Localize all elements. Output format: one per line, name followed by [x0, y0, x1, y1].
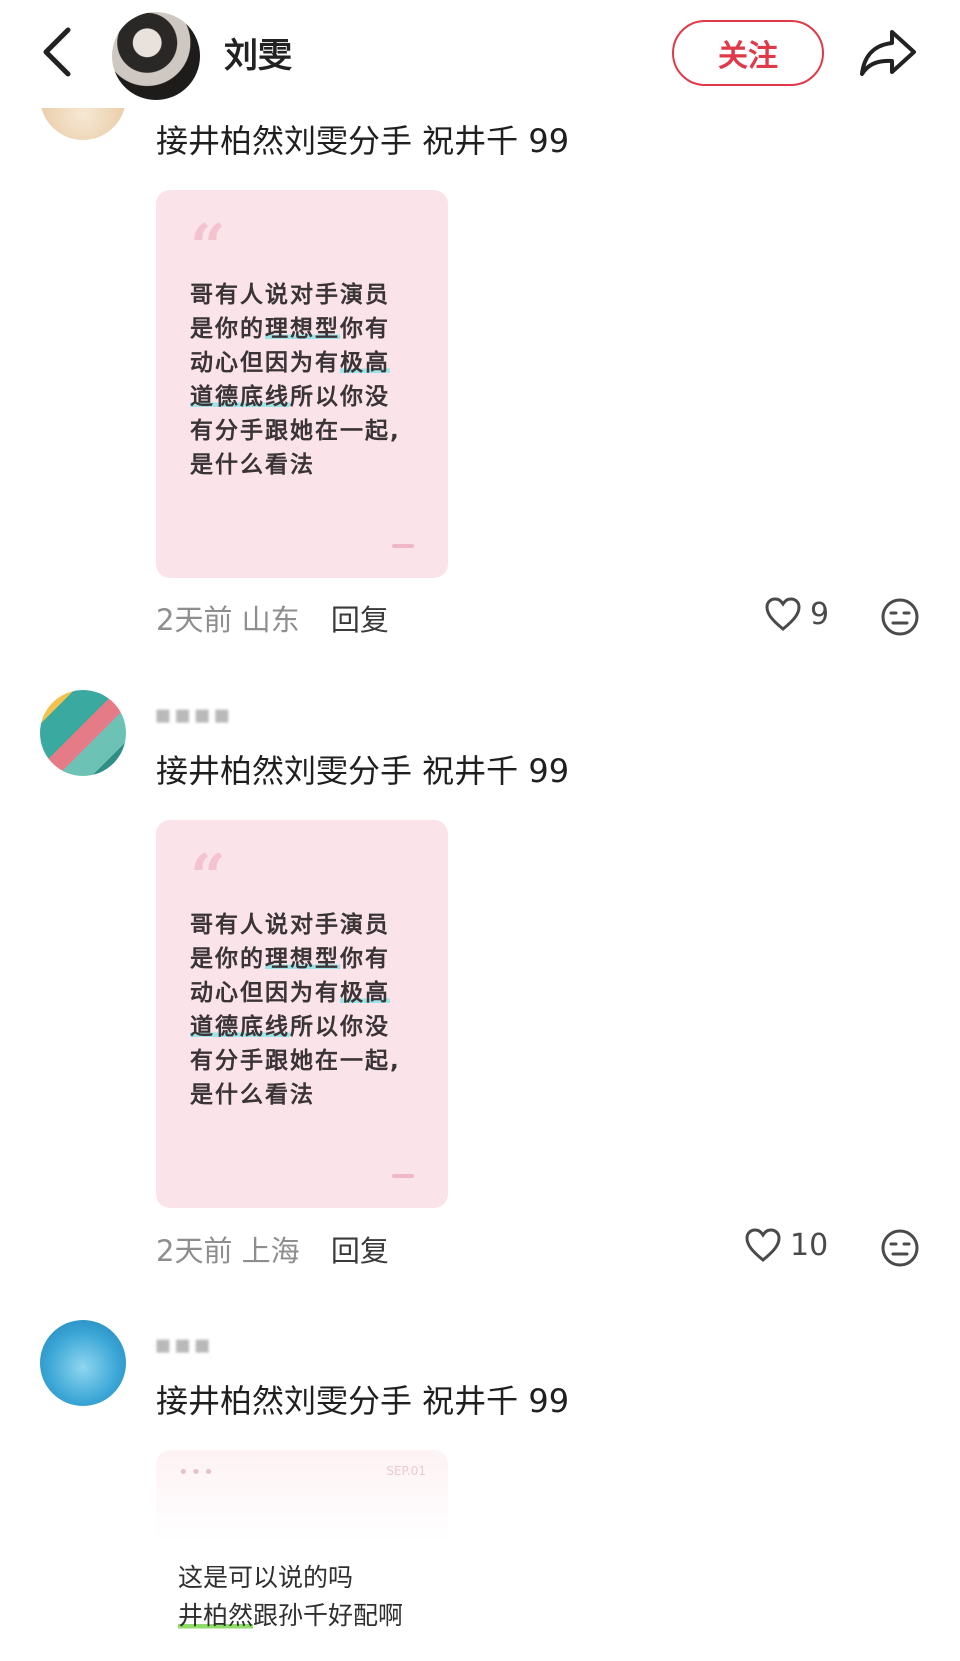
- card-line: 是什么看法: [190, 452, 315, 478]
- comment-time: 2天前: [156, 603, 233, 637]
- author-avatar[interactable]: [112, 12, 200, 100]
- heart-icon: [745, 1228, 781, 1262]
- card-line: 井柏然跟孙千好配啊: [178, 1596, 403, 1632]
- card-highlight: 理想型: [265, 946, 340, 972]
- author-name[interactable]: 刘雯: [224, 28, 292, 77]
- card-line: 这是可以说的吗: [178, 1563, 354, 1592]
- reply-button[interactable]: 回复: [331, 1234, 389, 1268]
- card-highlight: 井柏然: [178, 1601, 254, 1630]
- card-line: 有分手跟她在一起,: [190, 418, 401, 444]
- like-button[interactable]: 10: [744, 1227, 828, 1263]
- card-line: 是什么看法: [190, 1082, 315, 1108]
- card-highlight: 道德底线: [190, 384, 290, 410]
- card-highlight: 道德底线: [190, 1014, 290, 1040]
- card-line: 哥有人说对手演员: [190, 282, 390, 308]
- comment-text: 接井柏然刘雯分手 祝井千 99: [156, 122, 570, 160]
- comment-meta: 2天前 上海 回复: [156, 1228, 389, 1270]
- question-card-image[interactable]: “ 哥有人说对手演员 是你的理想型你有 动心但因为有极高 道德底线所以你没 有分…: [156, 190, 448, 578]
- card-dash: [392, 544, 414, 548]
- card-line: 是你的理想型你有: [190, 316, 390, 342]
- card-line: 动心但因为有极高: [190, 350, 390, 376]
- card-line: 道德底线所以你没: [190, 1014, 390, 1040]
- quote-mark-icon: “: [190, 840, 226, 913]
- comment-meta: 2天前 山东 回复: [156, 597, 389, 639]
- comment-location: 山东: [241, 603, 300, 637]
- comment-time: 2天前: [156, 1234, 233, 1268]
- card-line-rest: 跟孙千好配啊: [253, 1601, 404, 1630]
- card-line: 道德底线所以你没: [190, 384, 390, 410]
- comment-location: 上海: [241, 1234, 300, 1268]
- card-line: 哥有人说对手演员: [190, 912, 390, 938]
- card-dash: [392, 1174, 414, 1178]
- share-icon[interactable]: [858, 24, 918, 80]
- like-button[interactable]: 9: [764, 596, 829, 632]
- like-count: 9: [810, 596, 830, 632]
- card-line: 是你的理想型你有: [190, 946, 390, 972]
- comment-text: 接井柏然刘雯分手 祝井千 99: [156, 1382, 570, 1420]
- heart-icon: [765, 597, 801, 631]
- follow-button[interactable]: 关注: [672, 20, 824, 86]
- commenter-avatar[interactable]: [40, 690, 126, 776]
- card-line: 有分手跟她在一起,: [190, 1048, 401, 1074]
- back-arrow-icon[interactable]: [38, 24, 78, 80]
- top-bar: 刘雯 关注: [0, 0, 960, 108]
- emoji-face-icon[interactable]: [880, 597, 920, 637]
- question-card-image[interactable]: “ 哥有人说对手演员 是你的理想型你有 动心但因为有极高 道德底线所以你没 有分…: [156, 820, 448, 1208]
- card-date: SEP.01: [386, 1464, 426, 1478]
- card-highlight: 极高: [340, 350, 390, 376]
- card-dots: •••: [178, 1462, 216, 1483]
- card-line: 动心但因为有极高: [190, 980, 390, 1006]
- commenter-avatar[interactable]: [40, 1320, 126, 1406]
- quote-mark-icon: “: [190, 210, 226, 283]
- comment-text: 接井柏然刘雯分手 祝井千 99: [156, 752, 570, 790]
- card-highlight: 理想型: [265, 316, 340, 342]
- reply-button[interactable]: 回复: [331, 603, 389, 637]
- question-card-image[interactable]: ••• SEP.01 这是可以说的吗 井柏然跟孙千好配啊: [156, 1450, 448, 1661]
- card-highlight: 极高: [340, 980, 390, 1006]
- commenter-name[interactable]: ▪▪▪: [154, 1330, 213, 1360]
- emoji-face-icon[interactable]: [880, 1228, 920, 1268]
- like-count: 10: [790, 1227, 829, 1263]
- commenter-name[interactable]: ▪▪▪▪: [154, 700, 232, 730]
